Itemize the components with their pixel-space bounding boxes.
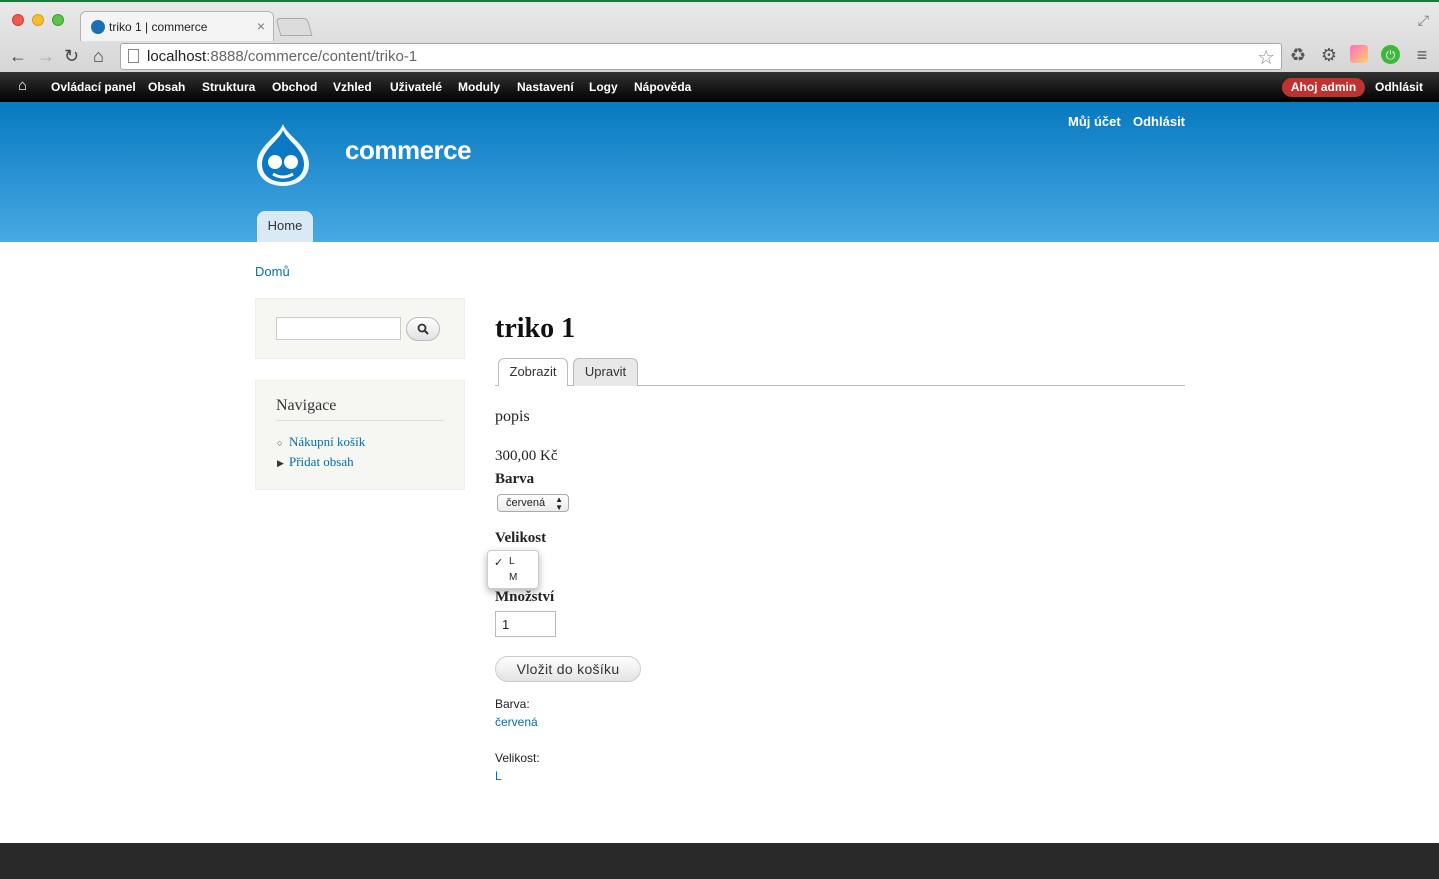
main-menu-home[interactable]: Home bbox=[257, 211, 313, 242]
nav-item-add-content[interactable]: Přidat obsah bbox=[289, 454, 354, 470]
site-name[interactable]: commerce bbox=[345, 135, 472, 166]
toolbar-item-settings[interactable]: Nastavení bbox=[517, 80, 574, 94]
header-logout-link[interactable]: Odhlásit bbox=[1133, 114, 1185, 129]
home-icon[interactable]: ⌂ bbox=[93, 46, 104, 67]
tab-title: triko 1 | commerce bbox=[109, 20, 208, 34]
close-window-button[interactable] bbox=[12, 14, 24, 26]
toolbar-item-logs[interactable]: Logy bbox=[589, 80, 618, 94]
tab-view[interactable]: Zobrazit bbox=[498, 358, 568, 386]
toolbar-item-dashboard[interactable]: Ovládací panel bbox=[51, 80, 136, 94]
attr-color-label: Barva: bbox=[495, 697, 530, 711]
back-icon[interactable]: ← bbox=[9, 46, 27, 67]
triangle-bullet-icon: ▶ bbox=[277, 458, 284, 468]
divider bbox=[276, 420, 444, 421]
toolbar-item-help[interactable]: Nápověda bbox=[634, 80, 691, 94]
minimize-window-button[interactable] bbox=[32, 14, 44, 26]
circle-bullet-icon: ○ bbox=[277, 438, 283, 448]
navigation-block: Navigace ○ Nákupní košík ▶ Přidat obsah bbox=[255, 380, 465, 490]
drupal-logo-icon[interactable] bbox=[253, 122, 313, 188]
drupal-favicon-icon bbox=[91, 20, 105, 34]
user-greeting-badge[interactable]: Ahoj admin bbox=[1282, 78, 1365, 97]
size-option-m[interactable]: M bbox=[509, 572, 517, 583]
site-footer bbox=[0, 843, 1439, 879]
size-dropdown[interactable]: ✓ L M bbox=[487, 550, 539, 589]
checkmark-icon: ✓ bbox=[494, 557, 504, 569]
toolbar-item-appearance[interactable]: Vzhled bbox=[333, 80, 372, 94]
admin-toolbar: ⌂ Ovládací panel Obsah Struktura Obchod … bbox=[0, 72, 1439, 102]
tab-edit[interactable]: Upravit bbox=[573, 358, 638, 386]
add-to-cart-button[interactable]: Vložit do košíku bbox=[495, 656, 641, 682]
color-extension-icon[interactable] bbox=[1350, 45, 1368, 63]
product-description: popis bbox=[495, 408, 530, 425]
toolbar-home-icon[interactable]: ⌂ bbox=[18, 77, 27, 94]
toolbar-item-users[interactable]: Uživatelé bbox=[390, 80, 442, 94]
size-label: Velikost bbox=[495, 530, 547, 546]
search-button[interactable] bbox=[406, 317, 440, 341]
tab-close-icon[interactable]: × bbox=[257, 18, 265, 34]
browser-tab[interactable]: triko 1 | commerce × bbox=[80, 11, 274, 41]
url-text: localhost:8888/commerce/content/triko-1 bbox=[147, 48, 418, 65]
gear-icon[interactable]: ⚙ bbox=[1319, 45, 1339, 65]
attr-color-value[interactable]: červená bbox=[495, 715, 538, 729]
toolbar-item-store[interactable]: Obchod bbox=[272, 80, 317, 94]
color-select[interactable]: červená ▲ ▼ bbox=[497, 494, 569, 512]
toolbar-item-modules[interactable]: Moduly bbox=[458, 80, 500, 94]
product-price: 300,00 Kč bbox=[495, 448, 558, 464]
search-input[interactable] bbox=[276, 317, 401, 340]
breadcrumb[interactable]: Domů bbox=[255, 264, 290, 279]
recycle-extension-icon[interactable]: ♻ bbox=[1288, 45, 1308, 65]
page-icon bbox=[128, 49, 139, 63]
page-title: triko 1 bbox=[495, 313, 576, 344]
new-tab-button[interactable] bbox=[275, 18, 313, 36]
forward-icon[interactable]: → bbox=[37, 46, 55, 67]
menu-icon[interactable]: ≡ bbox=[1412, 45, 1432, 65]
toolbar-item-content[interactable]: Obsah bbox=[148, 80, 185, 94]
browser-chrome: triko 1 | commerce × ⤢ ← → ↻ ⌂ localhost… bbox=[0, 0, 1439, 72]
fullscreen-icon[interactable]: ⤢ bbox=[1418, 12, 1429, 29]
attr-size-label: Velikost: bbox=[495, 751, 540, 765]
reload-icon[interactable]: ↻ bbox=[64, 46, 79, 67]
quantity-input[interactable]: 1 bbox=[495, 611, 556, 637]
power-extension-icon[interactable]: ⏻ bbox=[1381, 45, 1400, 64]
navigation-title: Navigace bbox=[276, 397, 337, 414]
color-label: Barva bbox=[495, 471, 535, 487]
bookmark-star-icon[interactable]: ☆ bbox=[1257, 45, 1275, 70]
search-icon bbox=[417, 323, 429, 335]
toolbar-logout-link[interactable]: Odhlásit bbox=[1375, 80, 1423, 94]
search-block bbox=[255, 298, 465, 359]
toolbar-item-structure[interactable]: Struktura bbox=[202, 80, 255, 94]
size-option-l[interactable]: L bbox=[509, 556, 515, 567]
attr-size-value[interactable]: L bbox=[495, 769, 502, 783]
nav-item-cart[interactable]: Nákupní košík bbox=[289, 434, 365, 450]
my-account-link[interactable]: Můj účet bbox=[1068, 114, 1121, 129]
select-arrows-icon: ▲ ▼ bbox=[555, 495, 563, 512]
quantity-label: Množství bbox=[495, 589, 555, 605]
address-bar[interactable]: localhost:8888/commerce/content/triko-1 … bbox=[120, 43, 1282, 70]
zoom-window-button[interactable] bbox=[52, 14, 64, 26]
color-selected-value: červená bbox=[506, 497, 546, 509]
site-header: commerce Můj účet Odhlásit Home bbox=[0, 102, 1439, 242]
